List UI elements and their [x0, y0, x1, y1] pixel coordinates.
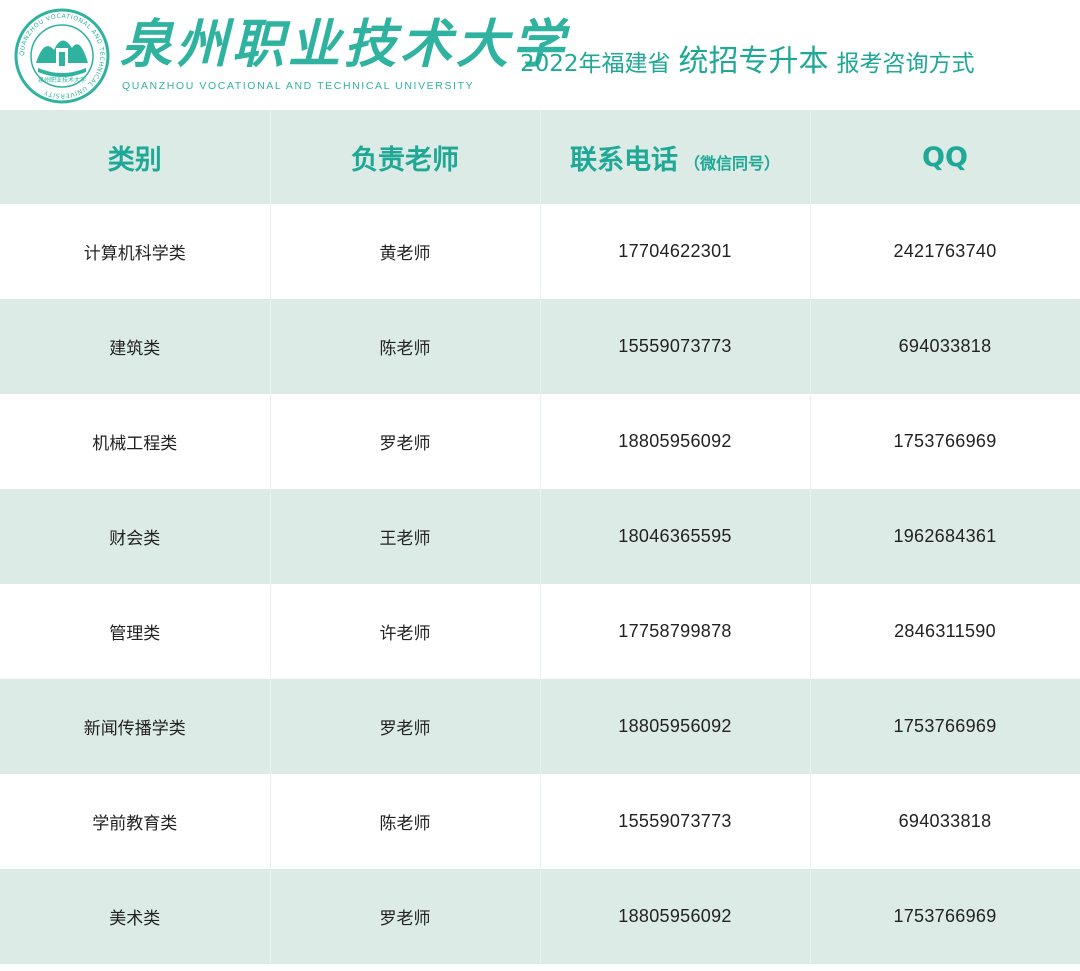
cell-phone: 15559073773: [540, 299, 811, 394]
cell-phone: 17704622301: [540, 204, 811, 299]
emblem-inner-text: 泉州职业技术大学: [38, 76, 86, 84]
cell-phone: 18046365595: [540, 489, 811, 584]
table-row: 新闻传播学类 罗老师 18805956092 1753766969: [0, 679, 1080, 774]
headline-main: 统招专升本: [678, 44, 829, 79]
page-headline: 2022年福建省 统招专升本 报考咨询方式: [520, 36, 975, 80]
table-row: 美术类 罗老师 18805956092 1753766969: [0, 869, 1080, 964]
school-name-chinese: 泉州职业技术大学: [120, 14, 569, 75]
cell-phone: 18805956092: [540, 394, 811, 489]
column-header-phone-label: 联系电话: [569, 144, 678, 176]
cell-teacher: 许老师: [270, 584, 541, 679]
cell-teacher: 王老师: [270, 489, 541, 584]
cell-teacher: 黄老师: [270, 204, 541, 299]
headline-prefix: 2022年福建省: [520, 51, 671, 77]
column-header-teacher: 负责老师: [270, 110, 541, 204]
cell-teacher: 罗老师: [270, 679, 541, 774]
contact-table: 类别 负责老师 联系电话 （微信同号） QQ 计算机科学类 黄老师 1770462…: [0, 110, 1080, 964]
cell-phone: 18805956092: [540, 869, 811, 964]
cell-qq: 1753766969: [810, 679, 1080, 774]
cell-qq: 694033818: [810, 299, 1080, 394]
table-row: 管理类 许老师 17758799878 2846311590: [0, 584, 1080, 679]
column-header-phone: 联系电话 （微信同号）: [540, 110, 811, 204]
table-row: 建筑类 陈老师 15559073773 694033818: [0, 299, 1080, 394]
cell-qq: 1962684361: [810, 489, 1080, 584]
table-row: 机械工程类 罗老师 18805956092 1753766969: [0, 394, 1080, 489]
cell-qq: 694033818: [810, 774, 1080, 869]
cell-phone: 17758799878: [540, 584, 811, 679]
cell-teacher: 陈老师: [270, 774, 541, 869]
cell-qq: 2421763740: [810, 204, 1080, 299]
cell-category: 学前教育类: [0, 774, 271, 869]
page-header: QUANZHOU VOCATIONAL AND TECHNICAL UNIVER…: [0, 0, 1080, 110]
university-emblem-icon: QUANZHOU VOCATIONAL AND TECHNICAL UNIVER…: [14, 8, 110, 104]
table-row: 计算机科学类 黄老师 17704622301 2421763740: [0, 204, 1080, 299]
cell-category: 机械工程类: [0, 394, 271, 489]
cell-category: 建筑类: [0, 299, 271, 394]
cell-category: 计算机科学类: [0, 204, 271, 299]
table-header-row: 类别 负责老师 联系电话 （微信同号） QQ: [0, 110, 1080, 204]
headline-suffix: 报考咨询方式: [836, 51, 975, 77]
column-header-category: 类别: [0, 110, 271, 204]
cell-teacher: 陈老师: [270, 299, 541, 394]
table-row: 财会类 王老师 18046365595 1962684361: [0, 489, 1080, 584]
cell-teacher: 罗老师: [270, 394, 541, 489]
cell-teacher: 罗老师: [270, 869, 541, 964]
cell-qq: 2846311590: [810, 584, 1080, 679]
cell-category: 管理类: [0, 584, 271, 679]
cell-qq: 1753766969: [810, 869, 1080, 964]
cell-category: 新闻传播学类: [0, 679, 271, 774]
table-row: 学前教育类 陈老师 15559073773 694033818: [0, 774, 1080, 869]
cell-phone: 18805956092: [540, 679, 811, 774]
column-header-qq: QQ: [810, 110, 1080, 204]
cell-phone: 15559073773: [540, 774, 811, 869]
cell-category: 财会类: [0, 489, 271, 584]
cell-qq: 1753766969: [810, 394, 1080, 489]
school-name-english: QUANZHOU VOCATIONAL AND TECHNICAL UNIVER…: [122, 80, 475, 92]
cell-category: 美术类: [0, 869, 271, 964]
column-header-phone-note: （微信同号）: [683, 153, 780, 173]
